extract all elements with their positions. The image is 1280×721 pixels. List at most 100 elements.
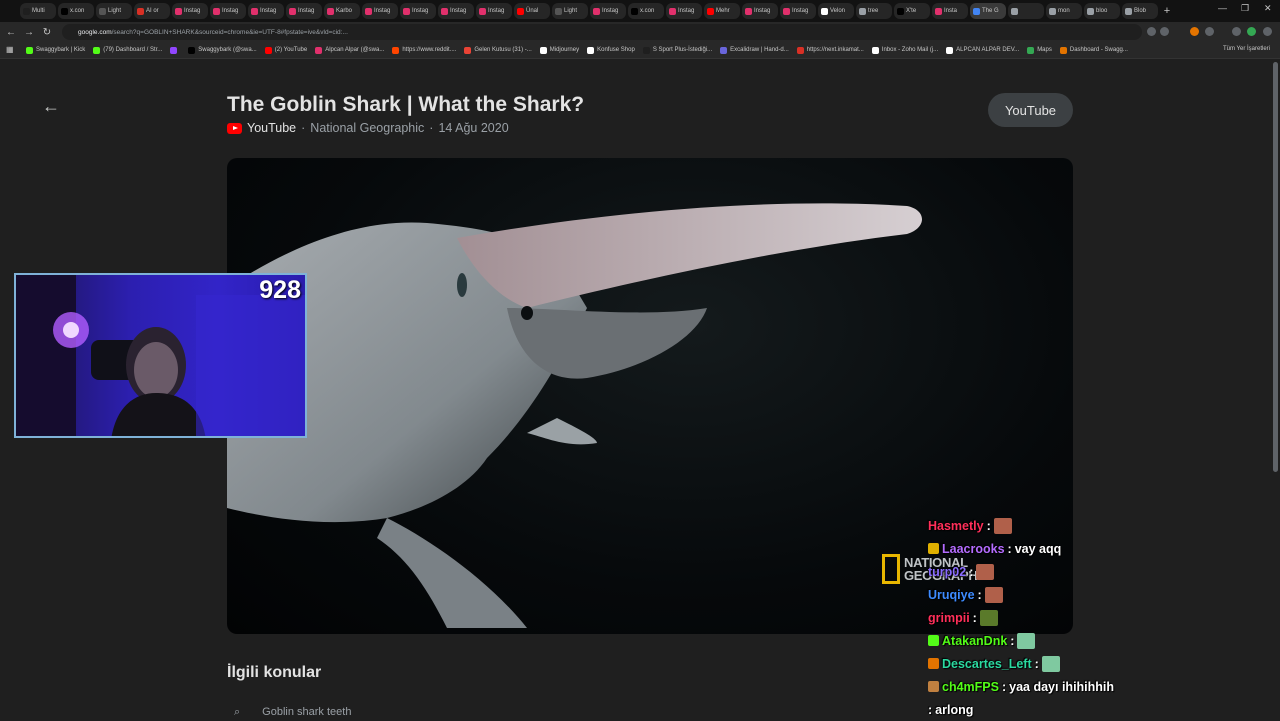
browser-tab[interactable]: Instag [666, 3, 702, 19]
bookmark-item[interactable]: Gelen Kutusu (31) -... [464, 46, 532, 54]
avatar[interactable] [1247, 27, 1256, 36]
bookmark-label: https://www.reddit.... [402, 47, 457, 53]
browser-tab[interactable]: Instag [172, 3, 208, 19]
browser-tab[interactable]: bloo [1084, 3, 1120, 19]
browser-tab[interactable]: Velon [818, 3, 854, 19]
bookmark-item[interactable]: Swaggybark | Kick [26, 46, 85, 54]
tab-favicon-icon [935, 7, 942, 15]
video-channel: National Geographic [310, 121, 425, 135]
bookmark-item[interactable]: (79) Dashboard / Str... [93, 46, 163, 54]
browser-tab[interactable]: Karbo [324, 3, 360, 19]
browser-tab[interactable]: X'te [894, 3, 930, 19]
url-input[interactable]: google.com/search?q=GOBLIN+SHARK&sourcei… [62, 24, 1142, 40]
bookmark-label: https://next.inkamat... [806, 47, 864, 53]
ng-yellow-frame-icon [882, 554, 900, 584]
reload-icon[interactable]: ↻ [40, 27, 54, 38]
tab-favicon-icon [479, 7, 486, 15]
browser-tab[interactable]: Instag [286, 3, 322, 19]
page-scrollbar[interactable] [1273, 62, 1278, 472]
all-bookmarks[interactable]: Tüm Yer İşaretleri [1223, 46, 1270, 52]
download-icon[interactable] [1232, 27, 1241, 36]
related-topic-item[interactable]: ⌕ Goblin shark teeth [234, 706, 351, 719]
search-icon[interactable] [1147, 27, 1156, 36]
browser-tab[interactable]: Instag [400, 3, 436, 19]
tab-label: Instag [754, 8, 771, 14]
bookmark-item[interactable]: Dashboard - Swagg... [1059, 46, 1128, 54]
open-youtube-button[interactable]: YouTube [988, 93, 1073, 127]
video-title[interactable]: The Goblin Shark | What the Shark? [227, 93, 584, 117]
chat-text: arlong [935, 702, 974, 717]
browser-tab[interactable] [1008, 3, 1044, 19]
menu-icon[interactable] [1263, 27, 1272, 36]
bookmark-label: S Sport Plus-İstediği... [652, 47, 713, 53]
tab-label: Blob [1134, 8, 1147, 14]
browser-tab[interactable]: Instag [210, 3, 246, 19]
forward-icon[interactable]: → [22, 27, 36, 38]
new-tab-icon[interactable]: + [1160, 4, 1174, 18]
tab-favicon-icon [631, 7, 638, 15]
browser-tab[interactable]: Instag [438, 3, 474, 19]
browser-tab[interactable]: mon [1046, 3, 1082, 19]
browser-tab[interactable]: Light [96, 3, 132, 19]
bookmark-item[interactable]: https://next.inkamat... [796, 46, 864, 54]
extension-icon[interactable] [1190, 27, 1199, 36]
bookmark-favicon-icon [188, 46, 196, 54]
back-icon[interactable]: ← [4, 27, 18, 38]
bookmark-item[interactable]: https://www.reddit.... [392, 46, 457, 54]
bookmark-item[interactable]: S Sport Plus-İstediği... [642, 46, 713, 54]
browser-tab[interactable]: Multi [20, 3, 56, 19]
browser-tab[interactable]: Instag [248, 3, 284, 19]
tab-label: Instag [184, 8, 201, 14]
chat-emote-icon [979, 609, 998, 626]
bookmark-favicon-icon [871, 46, 879, 54]
browser-tab[interactable]: Instag [362, 3, 398, 19]
chat-username: ch4mFPS [942, 679, 999, 694]
tab-favicon-icon [441, 7, 448, 15]
browser-tab[interactable]: Instag [476, 3, 512, 19]
minimize-icon[interactable]: — [1218, 3, 1227, 13]
apps-icon[interactable]: ▦ [6, 45, 14, 54]
browser-tab[interactable]: Instag [742, 3, 778, 19]
browser-tab[interactable]: Mehr [704, 3, 740, 19]
maximize-icon[interactable]: ❐ [1241, 3, 1249, 14]
bookmark-item[interactable]: ALPCAN ALPAR DEV... [946, 46, 1019, 54]
close-icon[interactable]: ✕ [1264, 3, 1272, 14]
tab-favicon-icon [555, 7, 562, 15]
bookmark-label: Swaggybark (@swa... [198, 47, 257, 53]
bookmark-label: (79) Dashboard / Str... [103, 47, 163, 53]
chat-separator: : [969, 564, 974, 579]
tab-favicon-icon [99, 7, 106, 15]
bookmark-item[interactable] [170, 46, 180, 54]
tab-favicon-icon [175, 7, 182, 15]
puzzle-icon[interactable] [1205, 27, 1214, 36]
browser-tab[interactable]: Instag [780, 3, 816, 19]
chat-message: Descartes_Left: [928, 652, 1280, 675]
back-arrow-icon[interactable]: ← [42, 96, 60, 117]
bookmark-item[interactable]: (2) YouTube [264, 46, 307, 54]
bookmark-item[interactable]: Swaggybark (@swa... [188, 46, 257, 54]
browser-tab[interactable]: Blob [1122, 3, 1158, 19]
chat-text: vay aqq [1014, 541, 1062, 556]
bookmark-item[interactable]: Excalidraw | Hand-d... [720, 46, 789, 54]
bookmark-item[interactable]: Maps [1027, 46, 1052, 54]
separator: · [301, 121, 306, 135]
star-icon[interactable] [1160, 27, 1169, 36]
browser-tab[interactable]: tree [856, 3, 892, 19]
browser-tab[interactable]: Light [552, 3, 588, 19]
browser-tab[interactable]: x.con [628, 3, 664, 19]
bookmark-item[interactable]: Alpcan Alpar (@swa... [315, 46, 384, 54]
tab-label: Mehr [716, 8, 730, 14]
browser-tab[interactable]: Insta [932, 3, 968, 19]
bookmark-item[interactable]: Midjourney [539, 46, 579, 54]
browser-tab[interactable]: The G [970, 3, 1006, 19]
chat-emote-icon [993, 517, 1012, 534]
browser-tab[interactable]: Ünal [514, 3, 550, 19]
browser-tab[interactable]: Instag [590, 3, 626, 19]
bookmark-item[interactable]: Inbox - Zoho Mail (j... [871, 46, 938, 54]
chat-username: grimpii [928, 610, 970, 625]
video-date: 14 Ağu 2020 [438, 121, 509, 135]
tab-favicon-icon [251, 7, 258, 15]
browser-tab[interactable]: AI or [134, 3, 170, 19]
bookmark-item[interactable]: Konfuse Shop [587, 46, 635, 54]
browser-tab[interactable]: x.con [58, 3, 94, 19]
